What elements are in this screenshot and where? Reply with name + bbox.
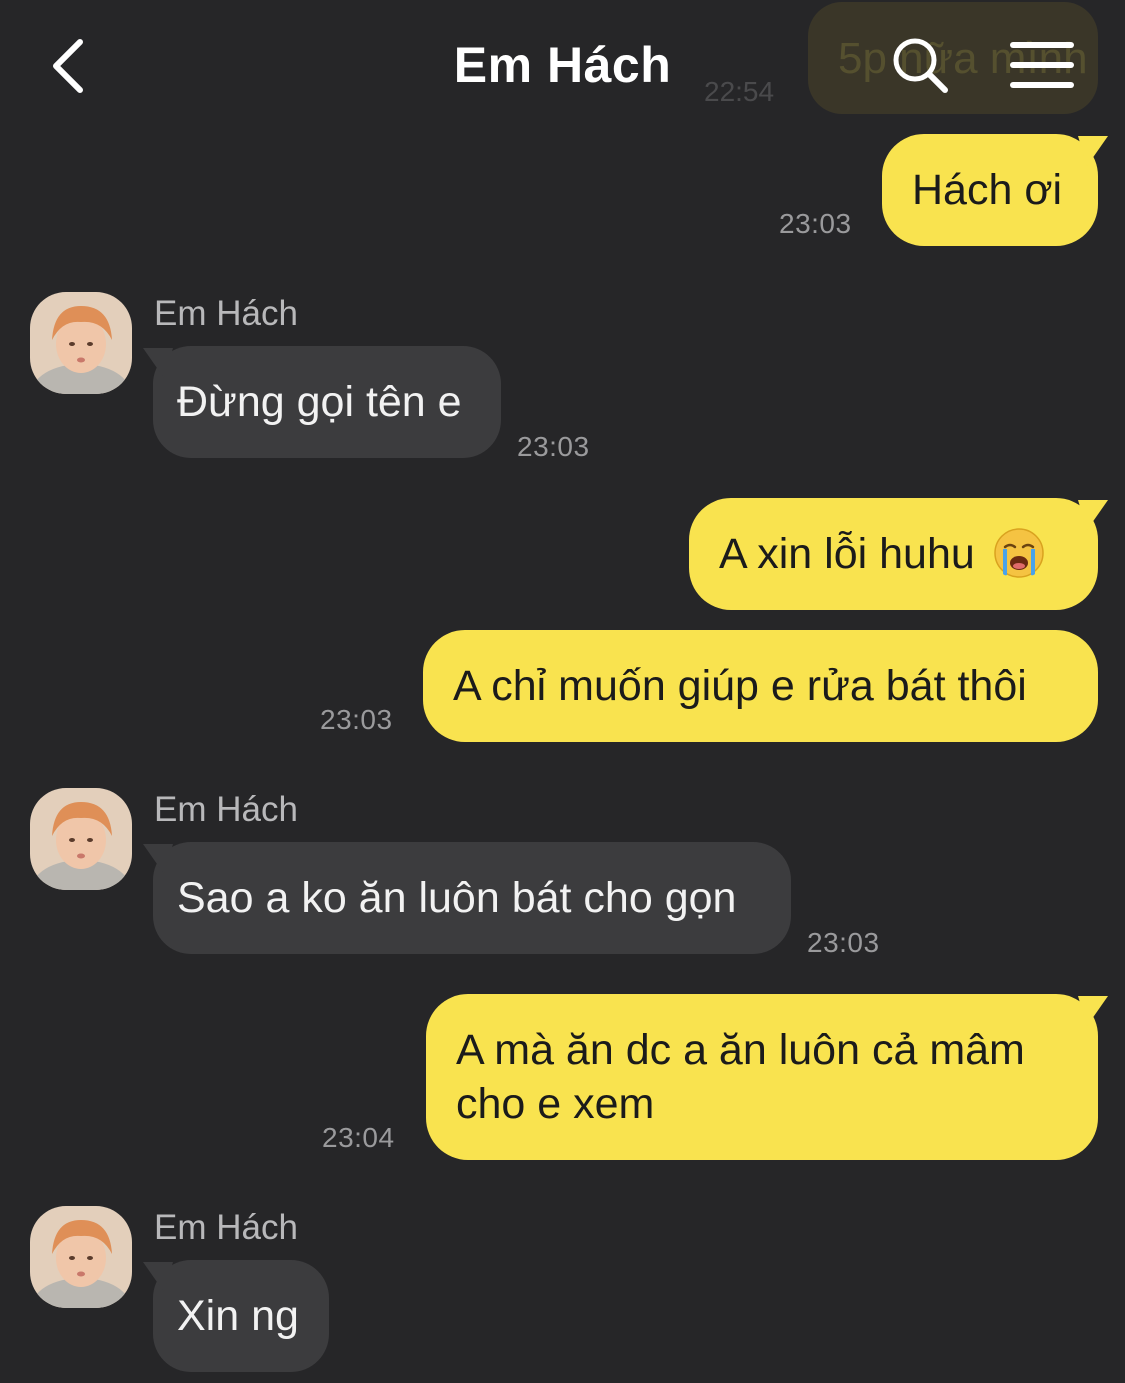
message-text: A chỉ muốn giúp e rửa bát thôi (453, 662, 1027, 710)
message-text: A xin lỗi huhu (719, 530, 975, 578)
search-icon (893, 38, 948, 93)
profile-photo (30, 788, 132, 890)
chat-screen: 5p nữa mình 22:54 Em Hách 23:03 Hách ơi … (0, 0, 1125, 1383)
my-message-bubble[interactable]: A xin lỗi huhu (689, 498, 1108, 610)
message-list: 23:03 Hách ơi Em Hách Đừng gọi tên e 23:… (0, 0, 1125, 1383)
sender-name: Em Hách (154, 790, 298, 829)
contact-message-bubble[interactable]: Xin ng (143, 1260, 329, 1372)
contact-avatar[interactable] (30, 292, 132, 394)
message-text-line-2: cho e xem (456, 1080, 655, 1128)
contact-avatar[interactable] (30, 788, 132, 890)
loudly-crying-face-icon (994, 527, 1044, 578)
search-button[interactable] (885, 30, 955, 100)
contact-avatar[interactable] (30, 1206, 132, 1308)
my-message-bubble[interactable]: A chỉ muốn giúp e rửa bát thôi (423, 630, 1098, 742)
message-time: 23:03 (517, 431, 590, 462)
sender-name: Em Hách (154, 1208, 298, 1247)
message-time: 23:03 (807, 927, 880, 958)
message-time: 23:03 (779, 208, 852, 239)
message-time: 23:03 (320, 704, 393, 735)
message-text: Đừng gọi tên e (177, 378, 462, 426)
contact-message-bubble[interactable]: Đừng gọi tên e (143, 346, 501, 458)
menu-button[interactable] (1002, 32, 1082, 98)
hamburger-menu-icon (1010, 42, 1074, 88)
contact-message-bubble[interactable]: Sao a ko ăn luôn bát cho gọn (143, 842, 791, 954)
message-text-line-1: A mà ăn dc a ăn luôn cả mâm (456, 1026, 1025, 1074)
message-text: Sao a ko ăn luôn bát cho gọn (177, 874, 737, 922)
sender-name: Em Hách (154, 294, 298, 333)
profile-photo (30, 1206, 132, 1308)
chat-title: Em Hách (453, 37, 672, 93)
my-message-bubble[interactable]: Hách ơi (882, 134, 1108, 246)
chat-header: Em Hách (0, 0, 1125, 130)
message-text: Xin ng (177, 1292, 299, 1340)
my-message-bubble[interactable]: A mà ăn dc a ăn luôn cả mâm cho e xem (426, 994, 1108, 1160)
message-time: 23:04 (322, 1122, 395, 1153)
profile-photo (30, 292, 132, 394)
message-text: Hách ơi (912, 166, 1063, 214)
